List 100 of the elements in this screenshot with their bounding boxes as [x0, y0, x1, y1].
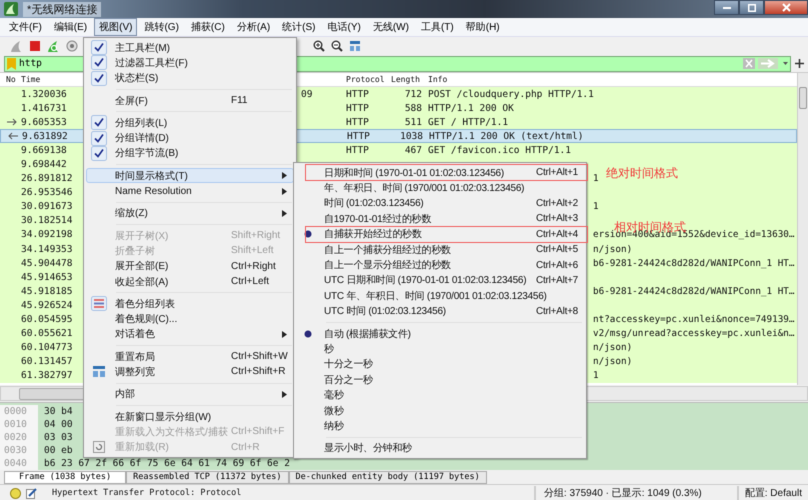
hex-bytes: 04 00 — [43, 419, 73, 430]
maximize-button[interactable] — [739, 0, 764, 15]
menu-item[interactable]: 状态栏(S) — [86, 70, 294, 86]
menu-item[interactable]: 日期和时间 (1970-01-01 01:02:03.123456) Ctrl+Alt+1 — [306, 165, 587, 180]
submenu-arrow-icon — [282, 188, 287, 195]
info-cell-text: n/json) — [592, 244, 632, 255]
time-cell-text: 1.416731 — [20, 102, 67, 114]
protocol-cell-text: HTTP — [345, 88, 369, 100]
column-header[interactable]: Length — [388, 75, 420, 84]
menu-item[interactable]: 文件(F) — [4, 18, 47, 36]
status-circle-icon[interactable] — [10, 488, 21, 498]
menu-item[interactable]: 秒 — [296, 341, 584, 357]
submenu-arrow-icon — [282, 172, 287, 180]
annotation-text: 绝对时间格式 — [606, 165, 678, 182]
menu-item[interactable]: 百分之一秒 — [296, 372, 584, 388]
menu-item[interactable]: 捕获(C) — [186, 18, 230, 36]
minimize-icon — [722, 6, 730, 8]
scrollbar[interactable] — [797, 73, 808, 385]
restart-icon[interactable] — [47, 40, 60, 52]
edit-icon[interactable] — [26, 488, 37, 498]
menu-item[interactable]: 电话(Y) — [322, 18, 366, 36]
menu-item[interactable]: 微秒 — [296, 402, 584, 418]
column-header[interactable]: No — [0, 75, 16, 84]
menu-item[interactable]: 重置布局 Ctrl+Shift+W — [86, 349, 294, 364]
menu-item[interactable]: 缩放(Z) — [86, 206, 294, 221]
offset-cell: 0020 — [0, 431, 38, 444]
time-cell-text: 45.904478 — [20, 258, 72, 269]
menu-item[interactable]: 着色规则(C)... — [86, 311, 294, 327]
info-cell-text: 1 — [592, 173, 599, 184]
shark-fin-icon — [4, 2, 18, 16]
menu-item[interactable]: 时间 (01:02:03.123456) Ctrl+Alt+2 — [296, 196, 584, 212]
info-cell-text: b6-9281-24424c8d282d/WANIPConn_1 HT… — [592, 286, 794, 297]
menu-item[interactable]: 显示小时、分钟和秒 — [296, 440, 584, 456]
window-title: *无线网络连接 — [23, 2, 102, 16]
resize-columns-icon[interactable] — [349, 40, 361, 52]
menu-item[interactable]: 主工具栏(M) — [86, 40, 294, 56]
menu-item[interactable]: UTC 日期和时间 (1970-01-01 01:02:03.123456) Ctrl+Alt+7 — [296, 272, 584, 288]
menu-item[interactable]: 十分之一秒 — [296, 356, 584, 372]
time-cell-text: 9.605353 — [20, 116, 67, 128]
menu-item[interactable]: 视图(V) — [94, 18, 138, 36]
menu-item[interactable]: 年、年积日、时间 (1970/001 01:02:03.123456) — [296, 180, 584, 196]
menu-item[interactable]: 时间显示格式(T) — [86, 168, 294, 184]
gear-icon[interactable] — [66, 40, 78, 52]
menu-item[interactable]: 收起全部(A) Ctrl+Left — [86, 274, 294, 290]
menu-item[interactable]: UTC 时间 (01:02:03.123456) Ctrl+Alt+8 — [296, 304, 584, 319]
offset-cell: 0010 — [0, 418, 38, 431]
menu-item[interactable]: 自1970-01-01经过的秒数 Ctrl+Alt+3 — [296, 211, 584, 227]
menu-item[interactable]: 自动 (根据捕获文件) — [296, 326, 584, 342]
time-cell-text: 34.092198 — [20, 229, 72, 240]
menu-item[interactable]: 分组详情(D) — [86, 130, 294, 146]
close-button[interactable] — [764, 0, 808, 15]
hex-bytes: 30 b4 — [43, 406, 73, 417]
menu-item[interactable]: 在新窗口显示分组(W) — [86, 408, 294, 424]
profile-label[interactable]: 配置: Default — [736, 486, 802, 500]
zoom-in-icon[interactable] — [313, 40, 325, 52]
column-header[interactable]: Info — [425, 75, 448, 84]
hex-bytes: b6 23 67 2f 66 6f 75 6e 64 61 74 69 6f 6e 2 — [43, 458, 290, 469]
menu-item[interactable]: 过滤器工具栏(F) — [86, 55, 294, 71]
menu-item[interactable]: UTC 年、年积日、时间 (1970/001 01:02:03.123456) — [296, 288, 584, 304]
menu-item[interactable]: 分析(A) — [232, 18, 276, 36]
menu-item[interactable]: 跳转(G) — [139, 18, 184, 36]
menu-item[interactable]: 分组列表(L) — [86, 115, 294, 130]
menu-item[interactable]: 自上一个显示分组经过的秒数 Ctrl+Alt+6 — [296, 257, 584, 273]
menu-item[interactable]: 帮助(H) — [460, 18, 505, 36]
source-cell-text: 09 — [300, 88, 312, 100]
byte-tab[interactable]: De-chunked entity body (11197 bytes) — [288, 471, 487, 484]
menu-item[interactable]: 调整列宽 Ctrl+Shift+R — [86, 364, 294, 380]
info-cell-text: 1 — [592, 201, 599, 212]
menu-item[interactable]: Name Resolution — [86, 183, 294, 199]
byte-tab[interactable]: Frame (1038 bytes) — [4, 471, 126, 484]
length-cell-text: 467 — [404, 144, 423, 156]
menu-item[interactable]: 自捕获开始经过的秒数 Ctrl+Alt+4 — [306, 226, 587, 242]
menu-item[interactable]: 内部 — [86, 386, 294, 402]
byte-tab[interactable]: Reassembled TCP (11372 bytes) — [126, 471, 289, 484]
offset-cell: 0000 — [0, 405, 38, 418]
menu-item[interactable]: 工具(T) — [416, 18, 459, 36]
menu-item[interactable]: 统计(S) — [277, 18, 320, 36]
stop-icon[interactable] — [29, 40, 41, 52]
time-cell-text: 45.926524 — [20, 300, 72, 311]
menu-item[interactable]: 展开全部(E) Ctrl+Right — [86, 258, 294, 274]
menu-item[interactable]: 对话着色 — [86, 326, 294, 342]
time-cell-text: 1.320036 — [20, 88, 67, 100]
hex-bytes: 03 03 — [43, 432, 73, 443]
menu-item[interactable]: 纳秒 — [296, 418, 584, 434]
menu-item[interactable]: 编辑(E) — [48, 18, 92, 36]
time-cell-text: 26.891812 — [20, 173, 72, 184]
submenu-arrow-icon — [282, 210, 287, 217]
resize-columns-icon — [93, 366, 105, 378]
menu-item[interactable]: 毫秒 — [296, 387, 584, 403]
menu-item[interactable]: 自上一个捕获分组经过的秒数 Ctrl+Alt+5 — [296, 242, 584, 258]
close-icon — [782, 3, 790, 12]
length-cell-text: 511 — [404, 116, 423, 128]
minimize-button[interactable] — [714, 0, 739, 15]
column-header[interactable]: Time — [18, 75, 40, 84]
zoom-out-icon[interactable] — [331, 40, 343, 52]
menu-item[interactable]: 着色分组列表 — [86, 296, 294, 312]
time-cell-text: 30.182514 — [20, 215, 72, 226]
add-icon[interactable] — [795, 59, 804, 68]
column-header[interactable]: Protocol — [343, 75, 385, 84]
menu-item[interactable]: 无线(W) — [368, 18, 414, 36]
